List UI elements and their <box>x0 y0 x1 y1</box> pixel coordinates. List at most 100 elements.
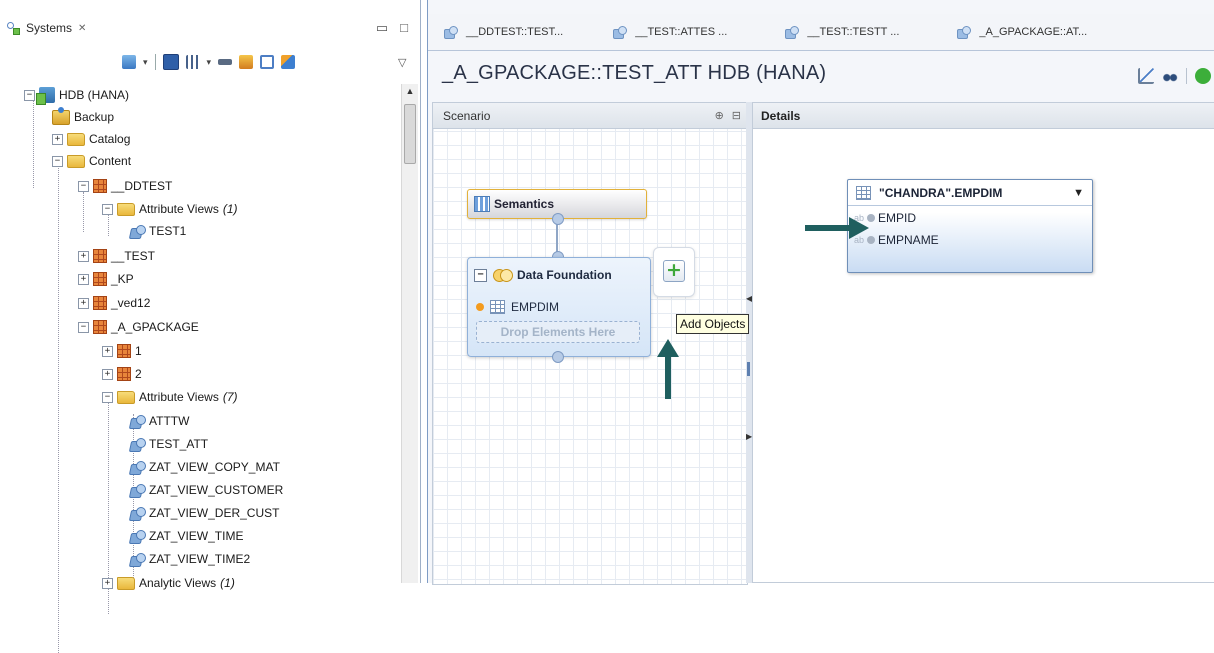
attribute-view-icon <box>130 224 146 238</box>
tree-scrollbar[interactable]: ▲ <box>401 84 418 583</box>
folder-icon <box>117 202 135 216</box>
details-header: Details <box>753 103 1214 129</box>
editor-tab-label: __DDTEST::TEST... <box>466 26 564 38</box>
collapse-all-icon[interactable] <box>218 59 233 65</box>
package-icon <box>93 272 107 286</box>
collapse-toggle[interactable]: − <box>24 89 35 101</box>
collapse-toggle[interactable]: − <box>78 321 89 333</box>
drop-elements-zone[interactable]: Drop Elements Here <box>476 321 640 343</box>
editor-tab-active[interactable]: _A_GPACKAGE::AT... <box>943 14 1101 50</box>
expand-toggle[interactable]: + <box>52 133 63 145</box>
collapse-toggle[interactable]: − <box>102 391 113 403</box>
package-icon <box>117 367 131 381</box>
refresh-icon[interactable] <box>239 55 254 69</box>
scrollbar-thumb[interactable] <box>404 104 416 164</box>
folder-icon <box>117 390 135 404</box>
tree-node-package-1[interactable]: + 1 <box>102 340 142 362</box>
tree-node-test1[interactable]: TEST1 <box>130 220 186 242</box>
attribute-view-icon <box>130 506 146 520</box>
table-node-empdim[interactable]: "CHANDRA".EMPDIM ▼ ab EMPID ab EMPNAME <box>847 179 1093 273</box>
sql-console-icon[interactable] <box>162 54 179 70</box>
table-node-header: "CHANDRA".EMPDIM ▼ <box>848 180 1092 206</box>
editor-toolbar <box>1138 68 1211 84</box>
collapse-toggle[interactable]: − <box>52 155 63 167</box>
tree-node-view[interactable]: ZAT_VIEW_DER_CUST <box>130 502 279 524</box>
expand-toggle[interactable]: + <box>78 273 89 285</box>
package-icon <box>93 296 107 310</box>
splitter-handle[interactable] <box>747 362 750 376</box>
tree-node-view[interactable]: ZAT_VIEW_COPY_MAT <box>130 456 280 478</box>
chevron-down-icon[interactable]: ▾ <box>143 57 148 68</box>
package-icon <box>93 249 107 263</box>
add-objects-button[interactable] <box>663 259 685 282</box>
systems-view: Systems ✕ ▭ □ ▾ ▾ ▽ − HDB (HANA) Backup … <box>0 0 421 653</box>
close-icon[interactable]: ✕ <box>78 23 86 34</box>
table-icon <box>856 185 871 200</box>
tree-node-ved12[interactable]: + _ved12 <box>78 292 150 314</box>
view-menu-icon[interactable]: ▽ <box>398 56 406 69</box>
systems-tab[interactable]: Systems ✕ <box>6 16 86 40</box>
tree-node-ddtest-attribute-views[interactable]: − Attribute Views (1) <box>102 198 238 220</box>
filter-icon[interactable] <box>185 55 200 69</box>
tree-node-count: (1) <box>220 576 235 590</box>
attribute-view-icon <box>130 529 146 543</box>
chart-icon[interactable] <box>1138 68 1154 84</box>
tree-node-label: Analytic Views <box>139 576 217 590</box>
editor-tab[interactable]: __TEST::TESTT ... <box>771 14 943 50</box>
expand-toggle[interactable]: + <box>102 577 113 589</box>
tree-node-gp-attribute-views[interactable]: − Attribute Views (7) <box>102 386 238 408</box>
expand-toggle[interactable]: + <box>78 250 89 262</box>
binoculars-icon[interactable] <box>1162 68 1178 84</box>
tree-node-catalog[interactable]: + Catalog <box>52 128 130 150</box>
expand-toggle[interactable]: + <box>102 345 113 357</box>
add-system-icon[interactable] <box>122 55 136 69</box>
maximize-icon[interactable]: □ <box>400 20 408 36</box>
tree-node-label: _ved12 <box>111 296 151 310</box>
tree-node-content[interactable]: − Content <box>52 150 131 172</box>
dropdown-arrow-icon[interactable]: ▼ <box>1073 187 1084 199</box>
minimize-icon[interactable]: ▭ <box>376 20 388 36</box>
collapse-toggle[interactable]: − <box>78 180 89 192</box>
tree-node-backup[interactable]: Backup <box>52 106 114 128</box>
tree-node-view[interactable]: TEST_ATT <box>130 433 208 455</box>
editor-tab[interactable]: __DDTEST::TEST... <box>428 14 599 50</box>
editor-tab[interactable]: __TEST::ATTES ... <box>599 14 771 50</box>
tree-node-view[interactable]: ZAT_VIEW_TIME2 <box>130 548 250 570</box>
data-foundation-table-row[interactable]: EMPDIM <box>476 300 559 314</box>
folder-icon <box>67 132 85 146</box>
tree-node-label: ZAT_VIEW_TIME <box>149 529 244 543</box>
tree-node-hdb[interactable]: − HDB (HANA) <box>24 84 129 106</box>
data-foundation-node[interactable]: − Data Foundation EMPDIM Drop Elements H… <box>467 257 651 357</box>
attribute-view-icon <box>130 483 146 497</box>
connector-port[interactable] <box>552 213 564 225</box>
tree-node-ddtest[interactable]: − __DDTEST <box>78 175 172 197</box>
collapse-toggle[interactable]: − <box>474 268 487 282</box>
tree-node-label: Attribute Views <box>139 390 219 404</box>
tree-node-package-2[interactable]: + 2 <box>102 363 142 385</box>
scenario-header: Scenario ⊕ ⊟ <box>433 103 747 129</box>
tree-node-kp[interactable]: + _KP <box>78 268 134 290</box>
expand-toggle[interactable]: + <box>78 297 89 309</box>
attribute-view-icon <box>130 437 146 451</box>
tree-node-view[interactable]: ZAT_VIEW_TIME <box>130 525 243 547</box>
chevron-down-icon[interactable]: ▾ <box>207 57 212 68</box>
tree-node-a-gpackage[interactable]: − _A_GPACKAGE <box>78 316 199 338</box>
scroll-up-arrow-icon[interactable]: ▲ <box>404 86 416 98</box>
tree-node-view[interactable]: ZAT_VIEW_CUSTOMER <box>130 479 283 501</box>
tree-node-count: (7) <box>222 390 238 404</box>
zoom-in-icon[interactable]: ⊕ <box>715 109 724 122</box>
connector-port[interactable] <box>552 351 564 363</box>
tree-node-test[interactable]: + __TEST <box>78 245 155 267</box>
toolbar-separator <box>1186 68 1187 84</box>
fit-icon[interactable]: ⊟ <box>732 109 741 122</box>
expand-toggle[interactable]: + <box>102 368 113 380</box>
link-editor-icon[interactable] <box>260 55 275 69</box>
collapse-toggle[interactable]: − <box>102 203 113 215</box>
tree-node-view[interactable]: ATTTW <box>130 410 189 432</box>
tree-node-label: 2 <box>135 367 142 381</box>
tree-node-analytic-views[interactable]: + Analytic Views (1) <box>102 572 235 594</box>
activate-icon[interactable] <box>1195 68 1211 84</box>
systems-icon <box>6 21 20 35</box>
tree-node-count: (1) <box>222 202 238 216</box>
tools-icon[interactable] <box>281 55 296 69</box>
